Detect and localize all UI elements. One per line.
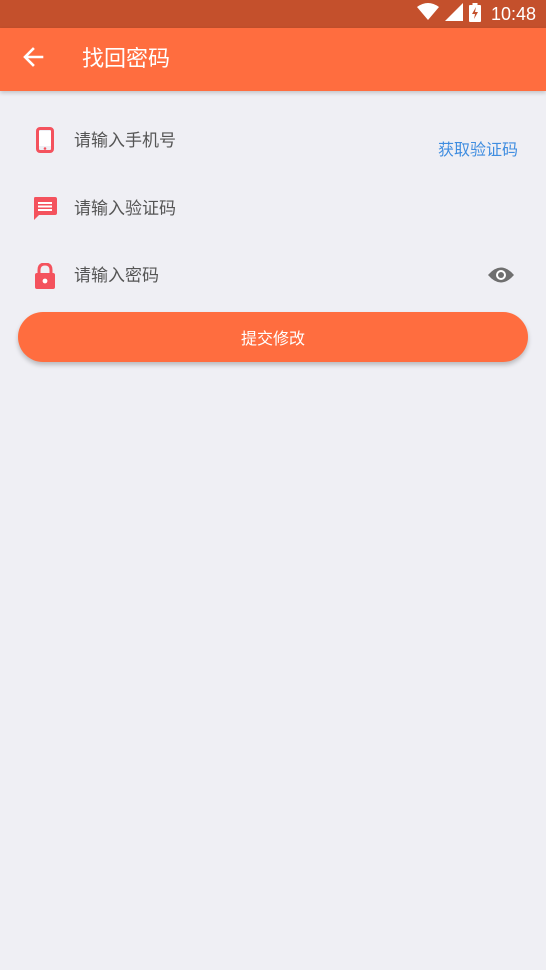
message-icon	[32, 196, 58, 222]
code-row	[0, 180, 546, 236]
app-bar: 找回密码	[0, 28, 546, 91]
phone-icon	[32, 127, 58, 153]
wifi-icon	[416, 3, 439, 25]
lock-icon	[32, 263, 58, 289]
phone-input[interactable]	[74, 126, 414, 156]
battery-charging-icon	[468, 2, 481, 26]
back-button[interactable]	[10, 36, 56, 82]
status-icons: 10:48	[416, 0, 536, 28]
password-input[interactable]	[74, 261, 414, 291]
eye-icon	[487, 266, 515, 288]
password-visibility-toggle[interactable]	[487, 264, 515, 290]
code-input[interactable]	[74, 194, 414, 224]
status-time: 10:48	[490, 3, 536, 24]
signal-icon	[444, 3, 463, 25]
status-bar: 10:48	[0, 0, 546, 28]
page-title: 找回密码	[82, 47, 171, 72]
arrow-left-icon	[22, 46, 44, 72]
get-code-button[interactable]: 获取验证码	[438, 136, 518, 160]
submit-button[interactable]: 提交修改	[18, 312, 528, 362]
password-row	[0, 248, 546, 304]
